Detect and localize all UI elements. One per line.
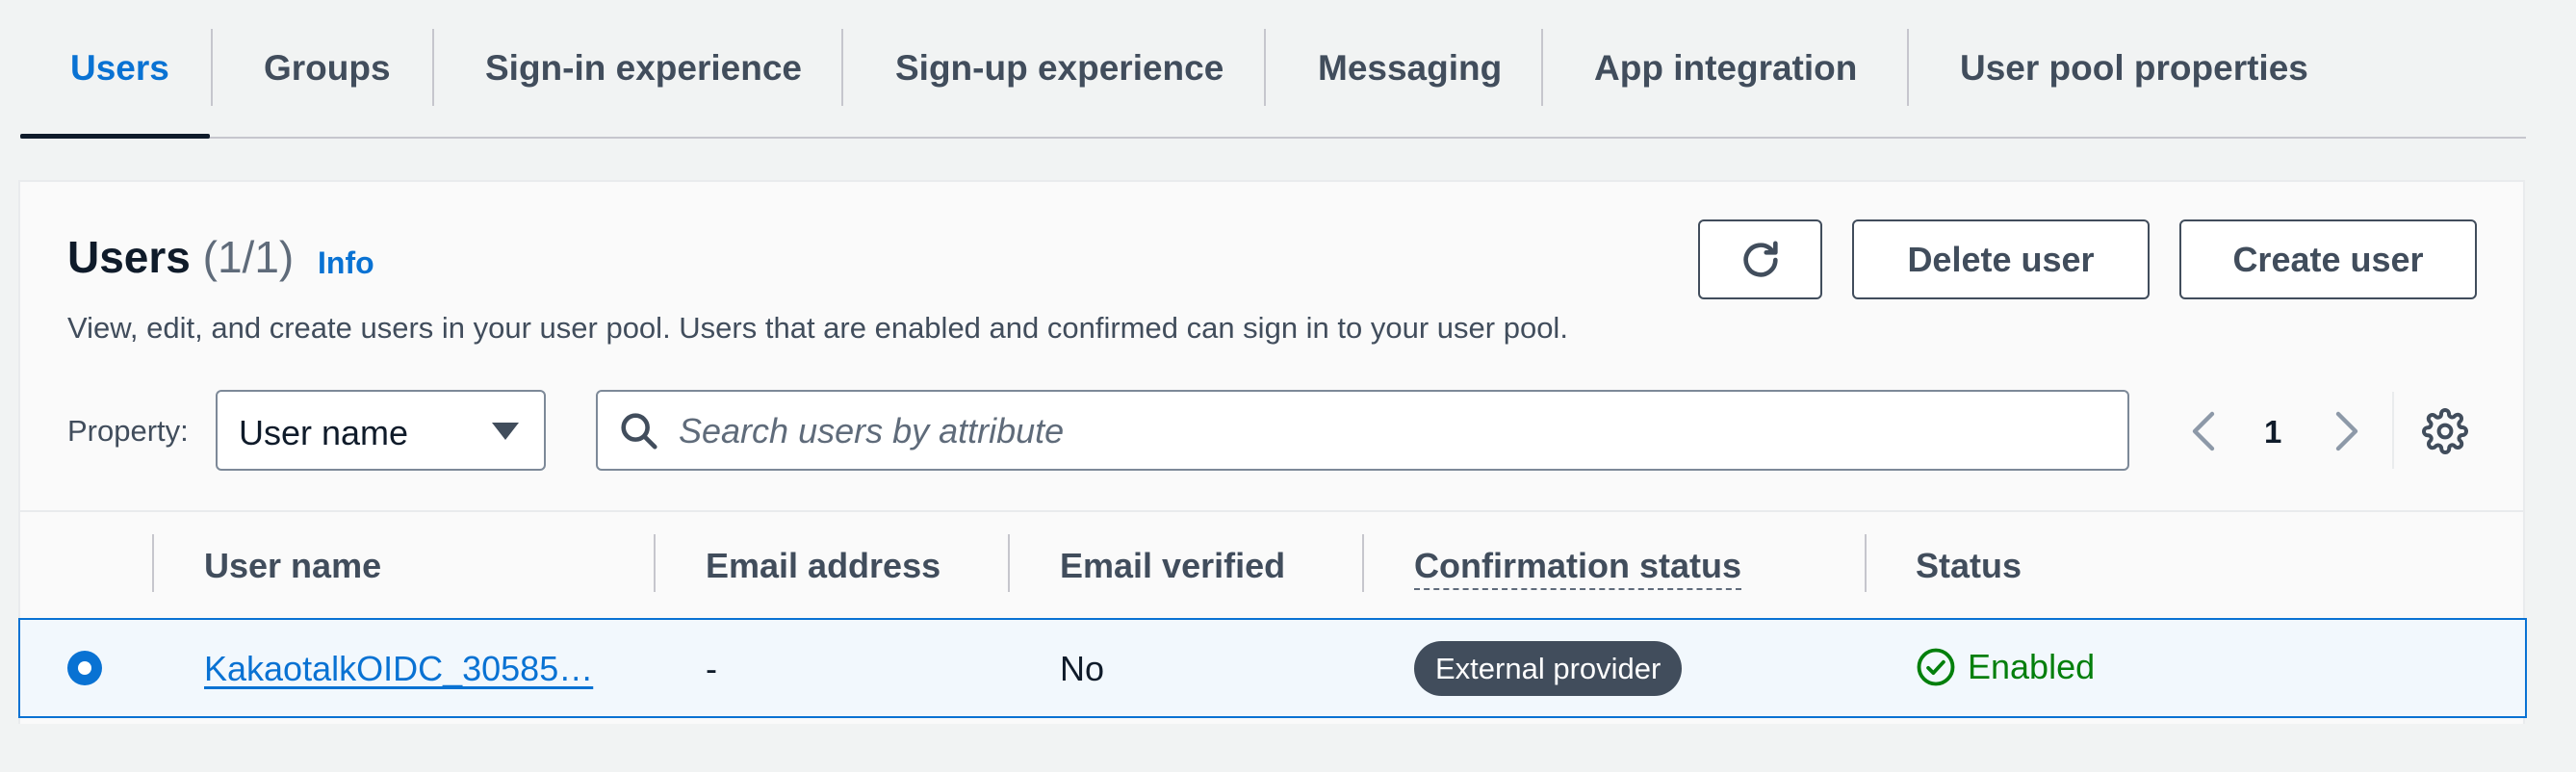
- tab-sign-up-experience[interactable]: Sign-up experience: [895, 0, 1224, 137]
- info-link[interactable]: Info: [318, 245, 374, 281]
- delete-user-button[interactable]: Delete user: [1852, 219, 2150, 299]
- confirmation-status-badge: External provider: [1414, 641, 1683, 696]
- user-name-link[interactable]: KakaotalkOIDC_30585…: [204, 649, 593, 689]
- email-address-cell: -: [706, 649, 717, 688]
- property-select[interactable]: User name: [216, 390, 546, 471]
- tab-user-pool-properties[interactable]: User pool properties: [1960, 0, 2308, 137]
- active-tab-indicator: [20, 134, 210, 139]
- search-field[interactable]: [596, 390, 2129, 471]
- tab-users[interactable]: Users: [70, 0, 169, 137]
- column-divider: [1008, 534, 1010, 592]
- column-divider: [654, 534, 656, 592]
- row-select-radio[interactable]: [67, 651, 102, 685]
- tab-divider: [1264, 29, 1266, 106]
- tab-divider: [1907, 29, 1909, 106]
- panel-description: View, edit, and create users in your use…: [67, 311, 1568, 345]
- chevron-left-icon[interactable]: [2185, 408, 2224, 454]
- email-verified-cell: No: [1060, 649, 1105, 688]
- search-icon: [621, 413, 657, 450]
- tab-divider: [1541, 29, 1543, 106]
- table-header-divider: [20, 510, 2525, 512]
- column-header-status[interactable]: Status: [1916, 546, 2022, 586]
- tab-messaging[interactable]: Messaging: [1318, 0, 1502, 137]
- refresh-icon: [1742, 240, 1778, 277]
- current-page-number[interactable]: 1: [2264, 414, 2281, 450]
- property-select-value: User name: [239, 413, 409, 452]
- column-divider: [1865, 534, 1867, 592]
- search-input[interactable]: [677, 405, 2105, 457]
- status-text: Enabled: [1968, 647, 2096, 686]
- column-header-user-name[interactable]: User name: [204, 546, 381, 586]
- property-label: Property:: [67, 414, 189, 448]
- tab-bar: Users Groups Sign-in experience Sign-up …: [20, 0, 2526, 139]
- tab-app-integration[interactable]: App integration: [1594, 0, 1857, 137]
- chevron-right-icon[interactable]: [2327, 408, 2365, 454]
- caret-down-icon: [492, 423, 519, 440]
- status-indicator: Enabled: [1916, 647, 2095, 687]
- column-header-confirmation-status[interactable]: Confirmation status: [1414, 546, 1742, 590]
- column-divider: [1362, 534, 1364, 592]
- tab-divider: [432, 29, 434, 106]
- user-count: (1/1): [202, 232, 295, 282]
- column-header-email-verified[interactable]: Email verified: [1060, 546, 1285, 586]
- tab-sign-in-experience[interactable]: Sign-in experience: [485, 0, 802, 137]
- panel-title-text: Users: [67, 232, 191, 282]
- tab-divider: [211, 29, 213, 106]
- tab-divider: [841, 29, 843, 106]
- column-header-email-address[interactable]: Email address: [706, 546, 940, 586]
- create-user-button[interactable]: Create user: [2179, 219, 2477, 299]
- refresh-button[interactable]: [1698, 219, 1822, 299]
- tab-groups[interactable]: Groups: [264, 0, 391, 137]
- column-divider: [152, 534, 154, 592]
- check-circle-icon: [1917, 648, 1955, 686]
- pagination-divider: [2392, 392, 2394, 469]
- page-title: Users (1/1): [67, 231, 294, 283]
- gear-icon[interactable]: [2422, 408, 2468, 454]
